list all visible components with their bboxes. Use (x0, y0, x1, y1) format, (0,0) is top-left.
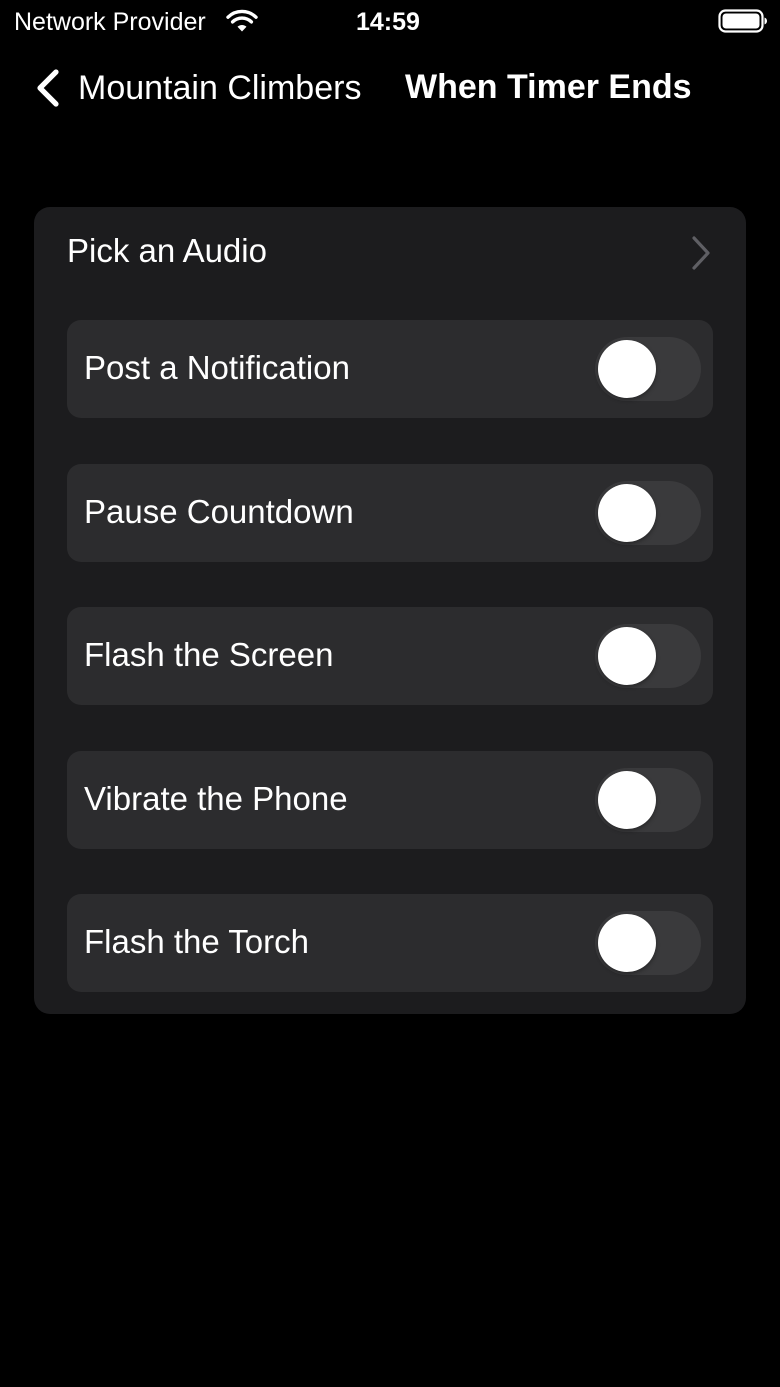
option-label: Flash the Torch (84, 923, 310, 960)
option-label: Flash the Screen (84, 636, 334, 673)
post-notification-toggle[interactable] (595, 337, 701, 401)
status-bar: Network Provider 14:59 (0, 0, 780, 44)
option-row-post-notification: Post a Notification (67, 320, 713, 418)
toggle-knob (598, 484, 656, 542)
wifi-icon (226, 9, 258, 32)
battery-icon (718, 9, 767, 33)
settings-card: Pick an Audio Post a Notification Pause … (34, 207, 746, 1014)
option-row-flash-torch: Flash the Torch (67, 894, 713, 992)
screen: Network Provider 14:59 Mountain Climbers… (0, 0, 780, 1387)
toggle-knob (598, 340, 656, 398)
pick-audio-label: Pick an Audio (67, 232, 267, 269)
option-row-vibrate-phone: Vibrate the Phone (67, 751, 713, 849)
toggle-knob (598, 627, 656, 685)
carrier-name: Network Provider (14, 8, 206, 36)
status-time: 14:59 (356, 8, 420, 36)
toggle-knob (598, 771, 656, 829)
option-label: Pause Countdown (84, 493, 354, 530)
vibrate-phone-toggle[interactable] (595, 768, 701, 832)
option-label: Post a Notification (84, 349, 350, 386)
option-row-pause-countdown: Pause Countdown (67, 464, 713, 562)
option-row-flash-screen: Flash the Screen (67, 607, 713, 705)
navigation-bar: Mountain Climbers When Timer Ends (0, 60, 780, 116)
chevron-right-icon (692, 236, 710, 270)
back-button[interactable]: Mountain Climbers (34, 64, 361, 112)
flash-torch-toggle[interactable] (595, 911, 701, 975)
chevron-left-icon (37, 69, 59, 107)
back-label: Mountain Climbers (78, 68, 362, 107)
page-title: When Timer Ends (405, 68, 692, 106)
pause-countdown-toggle[interactable] (595, 481, 701, 545)
flash-screen-toggle[interactable] (595, 624, 701, 688)
toggle-knob (598, 914, 656, 972)
option-label: Vibrate the Phone (84, 780, 348, 817)
pick-audio-row[interactable]: Pick an Audio (34, 207, 746, 299)
